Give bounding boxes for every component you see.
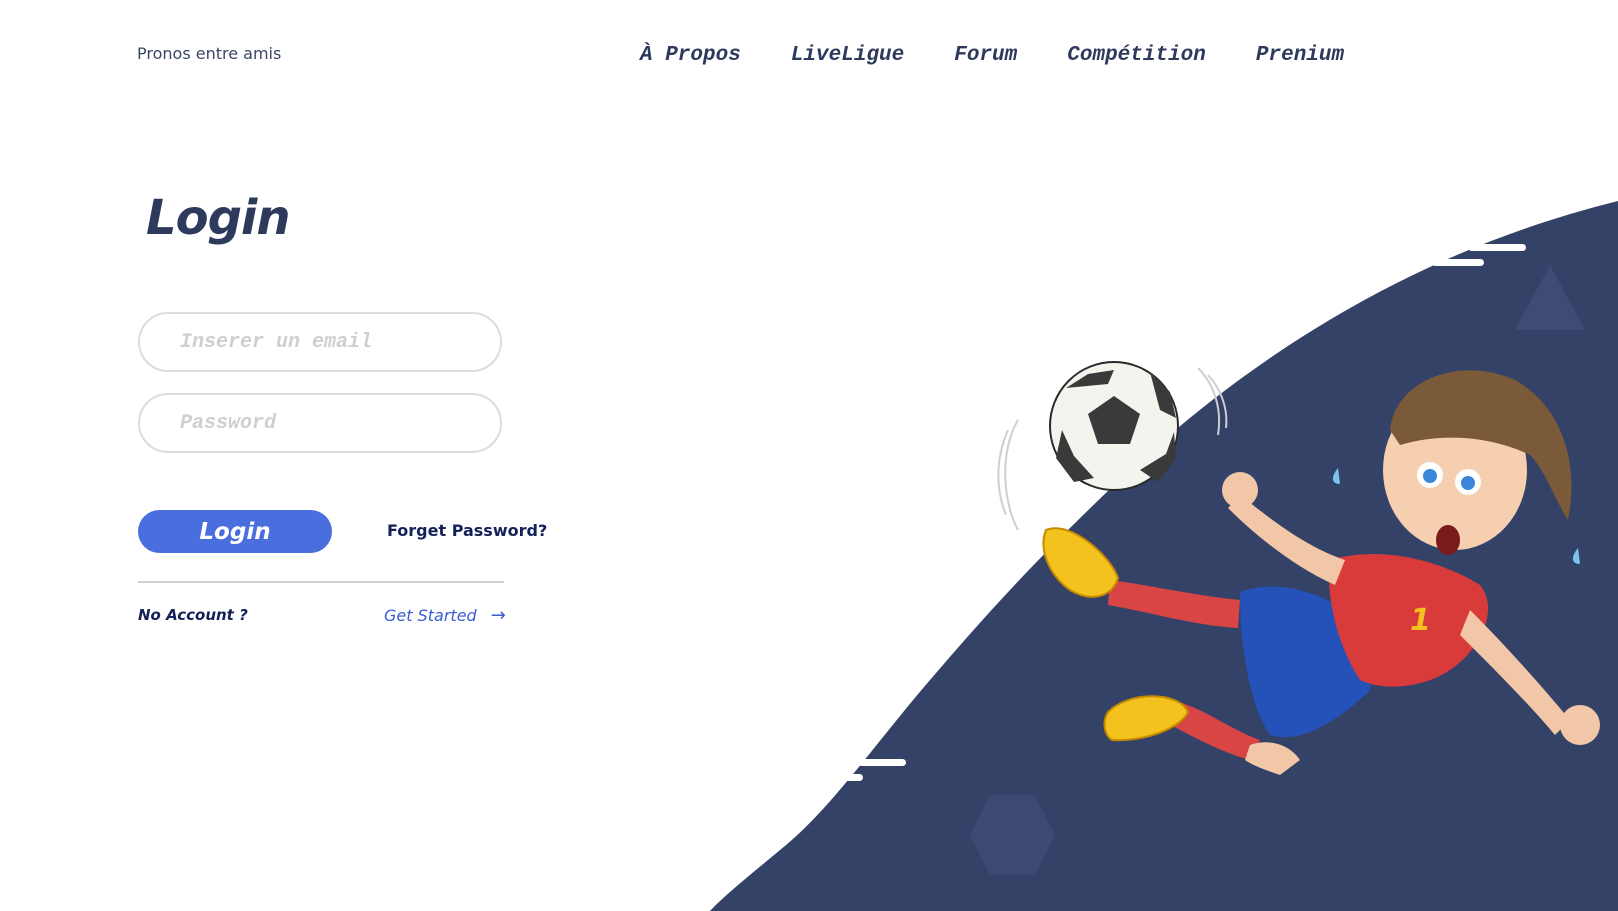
triangle-decoration [1515,265,1585,330]
speed-lines [843,244,1526,781]
hero-illustration: 1 [710,201,1618,911]
nav-item-liveligue[interactable]: LiveLigue [791,44,904,67]
login-page: 1 Pronos entre amis À Propos LiveLigue F… [0,0,1618,911]
motion-arc [1004,419,1019,531]
nav-item-a-propos[interactable]: À Propos [640,44,741,67]
nav-item-prenium[interactable]: Prenium [1256,44,1344,67]
get-started-link[interactable]: Get Started → [384,605,506,626]
email-field[interactable] [138,312,502,372]
hexagon-decoration [970,795,1055,875]
forget-password-link[interactable]: Forget Password? [387,521,547,540]
soccer-ball [1049,361,1179,491]
brand-name[interactable]: Pronos entre amis [137,44,281,63]
main-nav: À Propos LiveLigue Forum Compétition Pre… [640,44,1394,67]
jersey-number: 1 [1410,603,1431,638]
divider [138,581,504,583]
no-account-label: No Account ? [138,606,248,624]
page-title: Login [146,190,291,246]
soccer-player: 1 [1042,370,1600,775]
arrow-right-icon: → [490,605,506,626]
nav-item-competition[interactable]: Compétition [1067,44,1206,67]
password-field[interactable] [138,393,502,453]
get-started-label: Get Started [384,606,477,625]
login-button[interactable]: Login [138,510,332,553]
nav-item-forum[interactable]: Forum [954,44,1017,67]
wave-panel [710,201,1618,911]
